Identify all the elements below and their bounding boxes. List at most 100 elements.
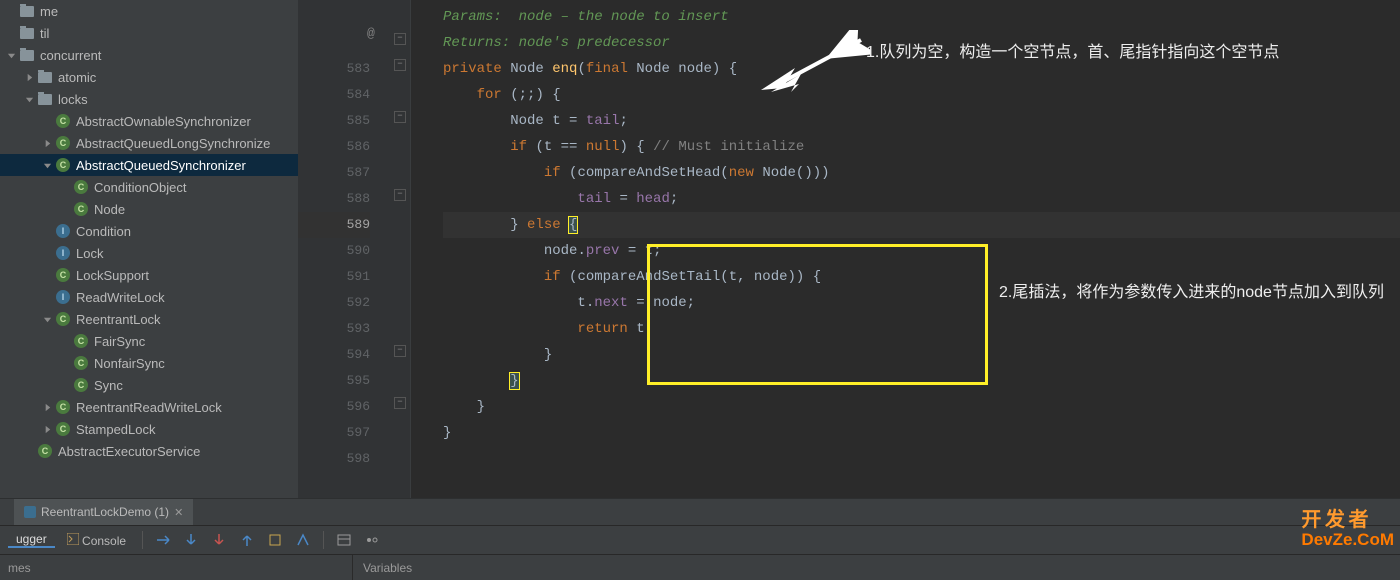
- project-tree[interactable]: me til concurrent atomic locks CAbstractOwnab…: [0, 0, 298, 498]
- chevron-down-icon[interactable]: [22, 95, 36, 104]
- tree-item-label: atomic: [58, 70, 96, 85]
- tree-item-readwritelock[interactable]: I ReadWriteLock: [0, 286, 298, 308]
- tree-item-conditionobject[interactable]: CConditionObject: [0, 176, 298, 198]
- fold-marker[interactable]: −: [394, 189, 406, 201]
- line-number: 587: [298, 160, 370, 186]
- tree-item-reentrantlock[interactable]: CReentrantLock: [0, 308, 298, 330]
- tree-item-label: concurrent: [40, 48, 101, 63]
- code-line: }: [443, 368, 1400, 394]
- bottom-file-tabs[interactable]: ReentrantLockDemo (1) ✕: [0, 498, 1400, 525]
- chevron-right-icon[interactable]: [40, 425, 54, 434]
- chevron-down-icon[interactable]: [40, 315, 54, 324]
- fold-marker[interactable]: −: [394, 397, 406, 409]
- tree-item-lock[interactable]: ILock: [0, 242, 298, 264]
- tree-item-til[interactable]: til: [0, 22, 298, 44]
- debugger-tab[interactable]: ugger: [8, 532, 55, 548]
- tree-item-label: locks: [58, 92, 88, 107]
- tree-item-sync[interactable]: CSync: [0, 374, 298, 396]
- file-tab-label: ReentrantLockDemo (1): [41, 505, 169, 519]
- watermark: 开 发 者 DevZe.CoM: [1301, 510, 1394, 550]
- current-line: } else {: [443, 212, 1400, 238]
- tree-item-label: Node: [94, 202, 125, 217]
- line-number: 585: [298, 108, 370, 134]
- code-line: }: [443, 420, 1400, 446]
- tree-item-abstractqueuedsynchronizer[interactable]: CAbstractQueuedSynchronizer: [0, 154, 298, 176]
- debug-toolbar[interactable]: ugger Console: [0, 525, 1400, 554]
- evaluate-icon[interactable]: [332, 528, 356, 552]
- status-frames-label: mes: [0, 555, 353, 580]
- line-number: 583: [298, 56, 370, 82]
- line-number: 584: [298, 82, 370, 108]
- step-out-icon[interactable]: [235, 528, 259, 552]
- chevron-down-icon[interactable]: [4, 51, 18, 60]
- tree-item-label: NonfairSync: [94, 356, 165, 371]
- run-to-cursor-icon[interactable]: [291, 528, 315, 552]
- class-icon: C: [54, 267, 72, 283]
- line-number: 591: [298, 264, 370, 290]
- fold-column[interactable]: − − − − − −: [390, 0, 411, 498]
- line-number: 589: [298, 212, 370, 238]
- fold-marker[interactable]: −: [394, 59, 406, 71]
- tree-item-label: AbstractQueuedSynchronizer: [76, 158, 246, 173]
- tree-item-stampedlock[interactable]: CStampedLock: [0, 418, 298, 440]
- tree-item-nonfairsync[interactable]: C NonfairSync: [0, 352, 298, 374]
- chevron-right-icon[interactable]: [40, 403, 54, 412]
- chevron-right-icon[interactable]: [22, 73, 36, 82]
- close-icon[interactable]: ✕: [174, 506, 183, 519]
- status-bar: mes Variables: [0, 554, 1400, 580]
- editor[interactable]: 5835845855865875885895905915925935945955…: [298, 0, 1400, 498]
- chevron-right-icon[interactable]: [40, 139, 54, 148]
- code-area[interactable]: @ Inserts node into queue, initializing …: [411, 0, 1400, 498]
- class-icon: C: [72, 201, 90, 217]
- line-number: 586: [298, 134, 370, 160]
- folder-icon: [18, 25, 36, 41]
- override-annotation: @: [367, 26, 375, 41]
- class-icon: C: [54, 113, 72, 129]
- drop-frame-icon[interactable]: [263, 528, 287, 552]
- chevron-down-icon[interactable]: [40, 161, 54, 170]
- code-line: if (compareAndSetHead(new Node())): [443, 160, 1400, 186]
- tree-item-abstractqueuedlongsynchronize[interactable]: CAbstractQueuedLongSynchronize: [0, 132, 298, 154]
- step-over-icon[interactable]: [151, 528, 175, 552]
- separator: [323, 531, 324, 549]
- tree-item-condition[interactable]: ICondition: [0, 220, 298, 242]
- class-icon: C: [72, 333, 90, 349]
- tree-item-label: FairSync: [94, 334, 145, 349]
- class-icon: C: [54, 311, 72, 327]
- line-number: 593: [298, 316, 370, 342]
- console-tab[interactable]: Console: [59, 533, 134, 548]
- console-icon: [67, 533, 79, 545]
- code-line: for (;;) {: [443, 82, 1400, 108]
- fold-marker[interactable]: −: [394, 33, 406, 45]
- tree-item-label: til: [40, 26, 49, 41]
- trace-icon[interactable]: [360, 528, 384, 552]
- tree-item-atomic[interactable]: atomic: [0, 66, 298, 88]
- tree-item-locksupport[interactable]: C LockSupport: [0, 264, 298, 286]
- tree-item-label: Condition: [76, 224, 131, 239]
- file-tab[interactable]: ReentrantLockDemo (1) ✕: [14, 499, 193, 525]
- tree-item-fairsync[interactable]: C FairSync: [0, 330, 298, 352]
- tree-item-label: ReadWriteLock: [76, 290, 165, 305]
- tree-item-label: LockSupport: [76, 268, 149, 283]
- tree-item-label: me: [40, 4, 58, 19]
- tree-item-abstractexecutorservice[interactable]: CAbstractExecutorService: [0, 440, 298, 462]
- fold-marker[interactable]: −: [394, 345, 406, 357]
- line-number: 596: [298, 394, 370, 420]
- code-line: tail = head;: [443, 186, 1400, 212]
- tree-item-node[interactable]: C Node: [0, 198, 298, 220]
- class-icon: C: [72, 355, 90, 371]
- tree-item-concurrent[interactable]: concurrent: [0, 44, 298, 66]
- fold-marker[interactable]: −: [394, 111, 406, 123]
- tree-item-reentrantreadwritelock[interactable]: CReentrantReadWriteLock: [0, 396, 298, 418]
- line-number: 594: [298, 342, 370, 368]
- line-number: 588: [298, 186, 370, 212]
- tree-item-label: StampedLock: [76, 422, 156, 437]
- tree-item-me[interactable]: me: [0, 0, 298, 22]
- code-line: [443, 446, 1400, 472]
- tree-item-abstractownablesynchronizer[interactable]: CAbstractOwnableSynchronizer: [0, 110, 298, 132]
- force-step-into-icon[interactable]: [207, 528, 231, 552]
- line-gutter: 5835845855865875885895905915925935945955…: [298, 0, 390, 498]
- step-into-icon[interactable]: [179, 528, 203, 552]
- tree-item-locks[interactable]: locks: [0, 88, 298, 110]
- interface-icon: I: [54, 289, 72, 305]
